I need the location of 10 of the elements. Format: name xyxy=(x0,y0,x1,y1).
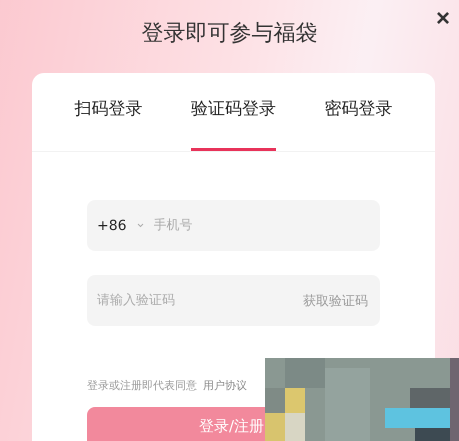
close-button[interactable]: × xyxy=(432,6,454,32)
user-agreement-link[interactable]: 用户协议 xyxy=(203,378,247,393)
login-tab[interactable]: 密码登录 xyxy=(324,73,393,151)
login-tab[interactable]: 扫码登录 xyxy=(74,73,142,151)
country-code-select[interactable]: +86 xyxy=(97,218,144,234)
phone-field[interactable]: +86 手机号 xyxy=(87,200,380,251)
dialog-title: 登录即可参与福袋 xyxy=(142,20,318,48)
consent-text: 登录或注册即代表同意 xyxy=(87,378,197,393)
caret-icon xyxy=(136,223,144,228)
login-tab[interactable]: 验证码登录 xyxy=(190,73,276,151)
